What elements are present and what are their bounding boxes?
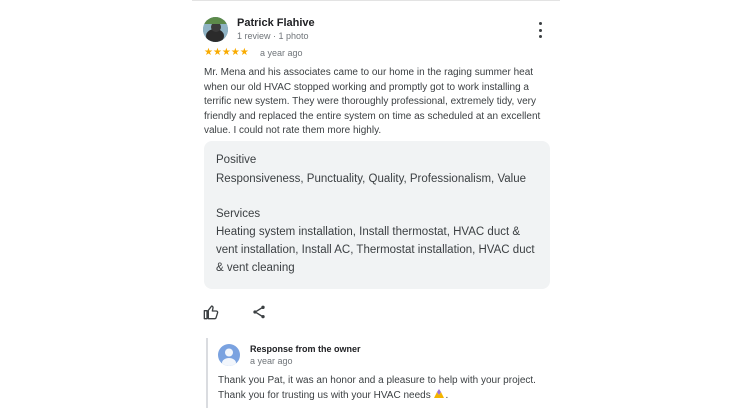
hands-icon (433, 388, 445, 399)
top-divider (192, 0, 560, 1)
owner-response-label: Response from the owner (250, 344, 361, 354)
review-attributes: Positive Responsiveness, Punctuality, Qu… (204, 141, 550, 289)
share-icon (253, 305, 265, 319)
owner-response-divider (206, 338, 208, 408)
owner-response-date: a year ago (250, 356, 293, 366)
services-title: Services (216, 208, 261, 220)
like-button[interactable] (203, 304, 219, 320)
review-text: Mr. Mena and his associates came to our … (204, 67, 541, 136)
services-value: Heating system installation, Install the… (216, 226, 535, 274)
share-button[interactable] (251, 304, 267, 320)
reviewer-avatar[interactable] (203, 17, 228, 42)
reviewer-name[interactable]: Patrick Flahive (237, 17, 315, 29)
reviewer-meta: 1 review · 1 photo (237, 31, 309, 41)
positive-value: Responsiveness, Punctuality, Quality, Pr… (216, 173, 527, 185)
review-date: a year ago (260, 48, 303, 58)
more-vert-icon (538, 22, 542, 25)
more-vert-dot (538, 28, 542, 32)
owner-response-text: Thank you Pat, it was an honor and a ple… (218, 375, 536, 401)
positive-title: Positive (216, 154, 257, 166)
more-vert-dot (538, 35, 542, 38)
owner-avatar (218, 344, 240, 366)
thumb-up-icon (203, 305, 219, 320)
owner-response-body: Thank you Pat, it was an honor and a ple… (218, 375, 536, 401)
star-rating: ★★★★★ (204, 47, 249, 58)
more-options-button[interactable] (532, 22, 548, 38)
